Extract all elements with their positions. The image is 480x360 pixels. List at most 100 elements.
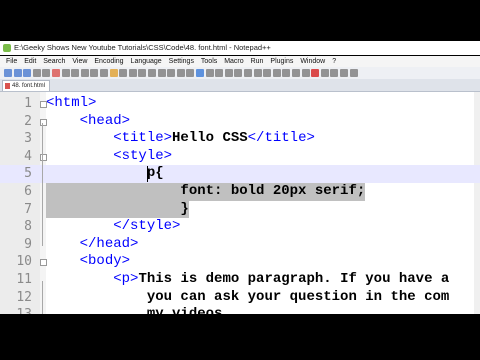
toolbar-button-icon[interactable] <box>196 69 204 77</box>
menu-view[interactable]: View <box>72 56 87 67</box>
code-text: } <box>180 200 189 217</box>
line-number: 1 <box>24 96 32 111</box>
tab-label: 48. font.html <box>12 83 46 89</box>
code-line[interactable]: 10 <body> <box>0 253 480 271</box>
code-line[interactable]: 1 <html> <box>0 95 480 113</box>
toolbar-button-icon[interactable] <box>253 69 262 77</box>
line-number: 13 <box>0 306 32 314</box>
letterbox-bottom <box>0 314 480 360</box>
menu-search[interactable]: Search <box>43 56 65 67</box>
toolbar-button-icon[interactable] <box>292 69 300 77</box>
code-text: <p>This is demo paragraph. If you have a <box>113 271 450 287</box>
toolbar-button-icon[interactable] <box>61 69 70 77</box>
toolbar-button-icon[interactable] <box>42 69 51 77</box>
toolbar-button-icon[interactable] <box>71 69 80 77</box>
line-number: 5 <box>24 166 32 182</box>
code-text: my videos. <box>46 306 231 314</box>
fold-toggle-icon[interactable] <box>40 259 47 267</box>
line-number: 6 <box>24 184 32 199</box>
code-text: you can ask your question in the com <box>146 288 450 305</box>
toolbar-button-icon[interactable] <box>109 69 118 77</box>
code-line[interactable]: 9 </head> <box>0 236 480 254</box>
file-modified-icon <box>5 83 10 89</box>
code-line[interactable]: 7 } <box>0 201 480 219</box>
tab-48-font-html[interactable]: 48. font.html <box>2 80 51 91</box>
tab-bar: 48. font.html <box>0 79 480 92</box>
toolbar-button-icon[interactable] <box>32 69 41 77</box>
line-number: 11 <box>16 272 32 287</box>
code-line[interactable]: 3 <title>Hello CSS</title> <box>0 130 480 148</box>
video-frame: E:\Geeky Shows New Youtube Tutorials\CSS… <box>0 0 480 360</box>
toolbar-button-icon[interactable] <box>4 69 12 77</box>
menu-help[interactable]: ? <box>332 56 336 67</box>
line-number: 8 <box>24 219 32 235</box>
line-number: 9 <box>24 236 32 252</box>
code-line[interactable]: 5 p{ <box>0 165 480 183</box>
toolbar-button-icon[interactable] <box>320 69 329 77</box>
menu-macro[interactable]: Macro <box>224 56 243 67</box>
toolbar-button-icon[interactable] <box>215 69 224 77</box>
toolbar-button-icon[interactable] <box>80 69 89 77</box>
notepadpp-icon <box>3 44 11 52</box>
menu-file[interactable]: File <box>6 56 17 67</box>
toolbar-button-icon[interactable] <box>13 69 22 77</box>
code-line[interactable]: 11 <p>This is demo paragraph. If you hav… <box>0 271 480 289</box>
line-number: 2 <box>24 113 32 129</box>
toolbar-button-icon[interactable] <box>148 69 156 77</box>
toolbar-button-icon[interactable] <box>282 69 291 77</box>
menu-bar: File Edit Search View Encoding Language … <box>0 56 480 67</box>
code-line[interactable]: 6 font: bold 20px serif; <box>0 183 480 201</box>
fold-guide-line <box>42 175 43 229</box>
code-text: <head> <box>79 112 131 129</box>
code-text: <title>Hello CSS</title> <box>113 130 315 147</box>
toolbar-button-icon[interactable] <box>244 69 252 77</box>
toolbar-button-icon[interactable] <box>128 69 137 77</box>
line-number: 7 <box>24 201 32 217</box>
menu-tools[interactable]: Tools <box>201 56 217 67</box>
toolbar-button-icon[interactable] <box>23 69 32 77</box>
menu-settings[interactable]: Settings <box>169 56 194 67</box>
code-line[interactable]: 4 <style> <box>0 148 480 166</box>
window-titlebar: E:\Geeky Shows New Youtube Tutorials\CSS… <box>0 41 480 55</box>
menu-edit[interactable]: Edit <box>24 56 36 67</box>
menu-plugins[interactable]: Plugins <box>270 56 293 67</box>
window-title: E:\Geeky Shows New Youtube Tutorials\CSS… <box>14 43 271 52</box>
menu-language[interactable]: Language <box>131 56 162 67</box>
toolbar-button-icon[interactable] <box>100 69 108 77</box>
toolbar-button-icon[interactable] <box>272 69 281 77</box>
code-line[interactable]: 2 <head> <box>0 113 480 131</box>
toolbar-button-icon[interactable] <box>311 69 320 77</box>
fold-toggle-icon[interactable] <box>40 101 47 108</box>
toolbar-button-icon[interactable] <box>330 69 339 77</box>
menu-window[interactable]: Window <box>300 56 325 67</box>
letterbox-top <box>0 0 480 41</box>
line-number: 10 <box>16 254 32 270</box>
fold-guide-line <box>42 281 43 314</box>
code-line[interactable]: 13 my videos. <box>0 306 480 314</box>
code-line[interactable]: 8 </style> <box>0 218 480 236</box>
toolbar-button-icon[interactable] <box>224 69 233 77</box>
code-text: </head> <box>79 235 139 252</box>
toolbar-button-icon[interactable] <box>52 69 60 77</box>
line-number: 4 <box>24 148 32 164</box>
code-line[interactable]: 12 you can ask your question in the com <box>0 289 480 307</box>
toolbar-button-icon[interactable] <box>157 69 166 77</box>
menu-encoding[interactable]: Encoding <box>94 56 123 67</box>
code-text: <html> <box>46 95 97 111</box>
toolbar-button-icon[interactable] <box>340 69 348 77</box>
toolbar-button-icon[interactable] <box>119 69 128 77</box>
code-editor[interactable]: 1 <html> 2 <head> 3 <title>Hello CSS</title… <box>0 92 480 314</box>
toolbar-button-icon[interactable] <box>263 69 272 77</box>
code-text: <body> <box>79 253 131 270</box>
toolbar-button-icon[interactable] <box>234 69 243 77</box>
toolbar-button-icon[interactable] <box>138 69 147 77</box>
line-number: 3 <box>24 131 32 147</box>
menu-run[interactable]: Run <box>251 56 264 67</box>
toolbar-button-icon[interactable] <box>167 69 176 77</box>
toolbar-button-icon[interactable] <box>176 69 185 77</box>
toolbar-button-icon[interactable] <box>301 69 310 77</box>
toolbar-button-icon[interactable] <box>205 69 214 77</box>
toolbar-button-icon[interactable] <box>186 69 195 77</box>
toolbar-button-icon[interactable] <box>349 69 358 77</box>
toolbar-button-icon[interactable] <box>90 69 99 77</box>
